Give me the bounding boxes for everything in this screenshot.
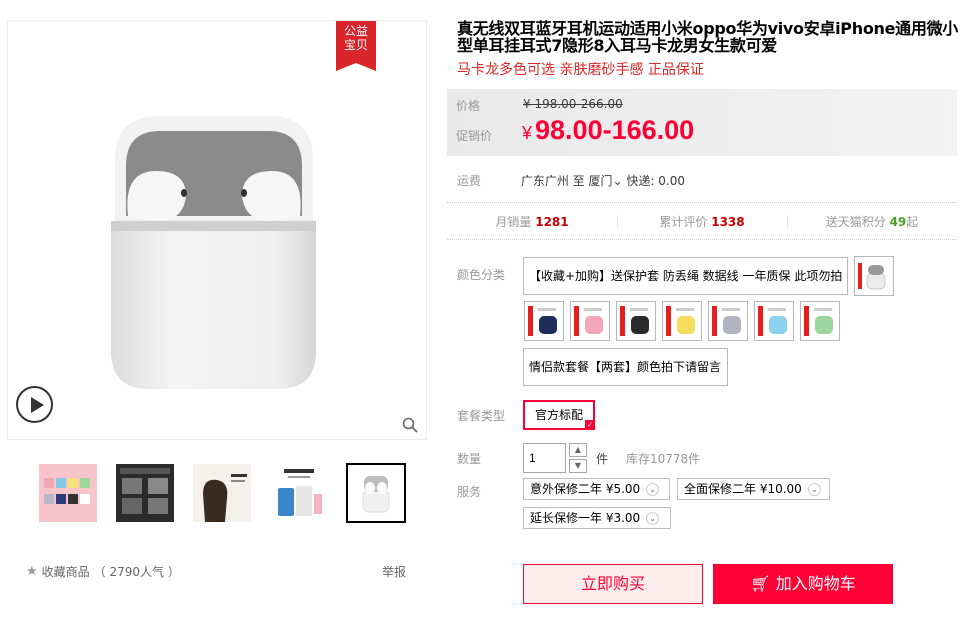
zoom-icon[interactable] (402, 417, 418, 433)
original-price-label: 价格 (456, 99, 481, 113)
sku-swatch-pink[interactable] (570, 301, 610, 341)
shipping-row: 运费 广东广州 至 厦门⌄ 快递: 0.00 (457, 172, 957, 189)
chevron-down-icon: ⌄ (612, 174, 623, 188)
sku-option-couple-bundle[interactable]: 情侣款套餐【两套】颜色拍下请留言 (523, 348, 728, 386)
promo-price: ¥98.00-166.00 (522, 115, 694, 146)
currency-symbol: ¥ (522, 123, 533, 143)
sku-swatch-white[interactable] (854, 256, 894, 296)
sku-swatch-yellow[interactable] (662, 301, 702, 341)
chevron-down-icon: ⌄ (646, 511, 660, 525)
shipping-to: 至 (572, 174, 585, 188)
shipping-fee: 快递: 0.00 (626, 174, 685, 188)
sku-swatch-gray[interactable] (708, 301, 748, 341)
stock-count: 库存10778件 (626, 452, 701, 466)
service-label: 服务 (457, 485, 482, 499)
color-category-label: 颜色分类 (457, 268, 506, 282)
quantity-increase-button[interactable]: ▲ (569, 443, 587, 457)
sku-option-gift-bundle[interactable]: 【收藏+加购】送保护套 防丢绳 数据线 一年质保 此项勿拍 (523, 257, 848, 295)
favorite-product-link[interactable]: ★ 收藏商品 （ 2790人气 ） (26, 563, 180, 580)
charity-badge: 公益 宝贝 (336, 21, 376, 71)
service-accident-warranty[interactable]: 意外保修二年 ¥5.00 ⌄ (523, 478, 670, 500)
quantity-label: 数量 (457, 452, 482, 466)
earbuds-case-image (111, 116, 316, 389)
package-option-official-selected[interactable]: 官方标配 (523, 400, 596, 430)
chevron-down-icon: ⌄ (807, 482, 821, 496)
add-to-cart-button[interactable]: 🛒︎ 加入购物车 (713, 564, 893, 604)
shipping-destination-dropdown[interactable]: 厦门⌄ (589, 174, 623, 188)
main-product-image[interactable] (7, 20, 427, 440)
favorite-label: 收藏商品 (41, 565, 90, 579)
star-icon: ★ (26, 564, 38, 579)
promo-price-value: 98.00-166.00 (535, 115, 695, 145)
report-link[interactable]: 举报 (382, 563, 406, 580)
tmall-points: 送天猫积分 49起 (787, 203, 957, 239)
thumbnail-4[interactable] (269, 463, 329, 523)
original-price: ¥ 198.00-266.00 (523, 97, 623, 111)
shipping-label: 运费 (457, 174, 482, 188)
destination-city: 厦门 (588, 174, 613, 188)
service-full-warranty[interactable]: 全面保修二年 ¥10.00 ⌄ (677, 478, 830, 500)
quantity-decrease-button[interactable]: ▼ (569, 459, 587, 473)
promo-price-label: 促销价 (456, 129, 493, 143)
sales-stats: 月销量 1281 累计评价 1338 送天猫积分 49起 (447, 202, 957, 240)
cumulative-reviews[interactable]: 累计评价 1338 (617, 203, 787, 239)
sku-swatch-green[interactable] (800, 301, 840, 341)
monthly-sales: 月销量 1281 (495, 215, 569, 229)
thumbnail-1[interactable] (38, 463, 98, 523)
product-subtitle: 马卡龙多色可选 亲肤磨砂手感 正品保证 (457, 62, 704, 78)
thumbnail-5-selected[interactable] (346, 463, 406, 523)
chevron-down-icon: ⌄ (646, 482, 660, 496)
shipping-origin: 广东广州 (520, 174, 569, 188)
thumbnail-2[interactable] (115, 463, 175, 523)
sku-swatch-black[interactable] (616, 301, 656, 341)
quantity-input[interactable] (523, 443, 566, 473)
package-type-label: 套餐类型 (457, 409, 506, 423)
cart-icon: 🛒︎ (750, 574, 771, 593)
popularity-count: （ 2790人气 ） (93, 565, 180, 579)
price-panel: 价格 ¥ 198.00-266.00 促销价 ¥98.00-166.00 (447, 89, 957, 156)
thumbnail-strip (38, 463, 406, 523)
product-title: 真无线双耳蓝牙耳机运动适用小米oppo华为vivo安卓iPhone通用微小型单耳… (457, 19, 958, 55)
thumbnail-3[interactable] (192, 463, 252, 523)
sku-swatch-navy[interactable] (524, 301, 564, 341)
sku-swatch-sky-blue[interactable] (754, 301, 794, 341)
quantity-unit: 件 (596, 452, 609, 466)
service-extended-warranty[interactable]: 延长保修一年 ¥3.00 ⌄ (523, 507, 671, 529)
play-video-button[interactable] (16, 386, 53, 423)
buy-now-button[interactable]: 立即购买 (523, 564, 703, 604)
